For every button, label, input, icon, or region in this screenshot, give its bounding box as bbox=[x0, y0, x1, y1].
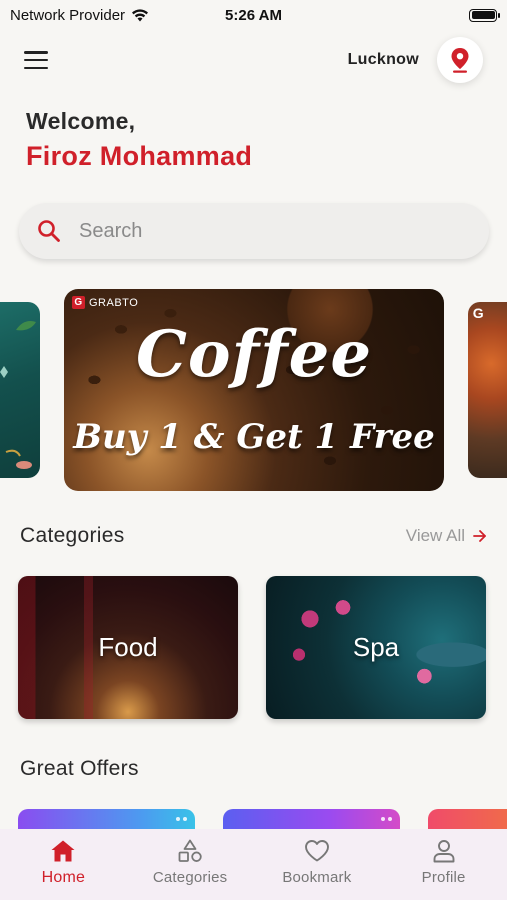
category-label: Food bbox=[98, 632, 158, 662]
location-button[interactable] bbox=[437, 37, 483, 83]
offers-header: Great Offers bbox=[20, 757, 487, 781]
nav-categories[interactable]: Categories bbox=[140, 839, 240, 886]
bottom-navigation: Home Categories Bookmark Profile bbox=[0, 829, 507, 900]
offers-title: Great Offers bbox=[20, 757, 139, 780]
category-label: Spa bbox=[352, 632, 400, 662]
brand-logo: G GRABTO bbox=[72, 296, 138, 309]
brand-logo-icon: G bbox=[472, 304, 485, 321]
nav-label: Categories bbox=[152, 869, 228, 886]
arrow-right-icon bbox=[473, 530, 486, 542]
categories-header: Categories View All bbox=[20, 524, 487, 548]
shapes-icon bbox=[178, 839, 202, 862]
carousel-slide-coffee[interactable]: G GRABTO Coffee Buy 1 & Get 1 Free bbox=[64, 289, 444, 491]
nav-profile[interactable]: Profile bbox=[394, 839, 494, 886]
brand-logo-icon: G bbox=[72, 296, 85, 309]
category-card-food[interactable]: Food bbox=[18, 576, 238, 719]
nav-label: Bookmark bbox=[282, 869, 352, 886]
location-selector: Lucknow bbox=[348, 37, 483, 83]
banner-title: Coffee bbox=[135, 317, 373, 392]
user-name: Firoz Mohammad bbox=[26, 141, 253, 171]
carousel-slide-previous[interactable] bbox=[0, 302, 40, 478]
welcome-text: Welcome, bbox=[26, 108, 136, 134]
wifi-icon bbox=[132, 9, 149, 22]
more-dots-icon bbox=[381, 817, 392, 821]
carousel-slide-next[interactable]: G bbox=[468, 302, 507, 478]
user-icon bbox=[433, 840, 455, 863]
brand-name: GRABTO bbox=[89, 296, 139, 309]
status-bar: Network Provider 5:26 AM bbox=[0, 0, 507, 30]
heart-icon bbox=[304, 840, 329, 862]
search-icon bbox=[38, 220, 60, 242]
promo-carousel[interactable]: G GRABTO Coffee Buy 1 & Get 1 Free G bbox=[0, 289, 507, 491]
city-name[interactable]: Lucknow bbox=[348, 51, 419, 69]
search-input[interactable]: Search bbox=[79, 220, 142, 243]
brand-logo-small: G bbox=[472, 304, 485, 321]
nav-bookmark[interactable]: Bookmark bbox=[267, 839, 367, 886]
battery-level bbox=[471, 11, 495, 19]
status-time: 5:26 AM bbox=[225, 6, 282, 24]
view-all-link[interactable]: View All bbox=[406, 526, 487, 546]
nav-label: Home bbox=[41, 869, 86, 886]
categories-title: Categories bbox=[20, 524, 125, 547]
search-bar[interactable]: Search bbox=[19, 203, 489, 259]
hamburger-icon[interactable] bbox=[24, 51, 48, 69]
map-pin-icon bbox=[451, 48, 469, 73]
leaf-decoration-icon bbox=[0, 321, 36, 469]
battery-icon bbox=[469, 8, 500, 22]
status-left: Network Provider bbox=[10, 7, 149, 24]
nav-home[interactable]: Home bbox=[13, 839, 113, 887]
category-card-spa[interactable]: Spa bbox=[266, 576, 486, 719]
more-dots-icon bbox=[176, 817, 187, 821]
app-header: Lucknow bbox=[0, 36, 507, 84]
home-icon bbox=[51, 840, 75, 862]
nav-label: Profile bbox=[421, 869, 466, 886]
view-all-label: View All bbox=[405, 526, 465, 545]
banner-subtitle: Buy 1 & Get 1 Free bbox=[73, 417, 435, 457]
carrier-name: Network Provider bbox=[10, 6, 126, 24]
